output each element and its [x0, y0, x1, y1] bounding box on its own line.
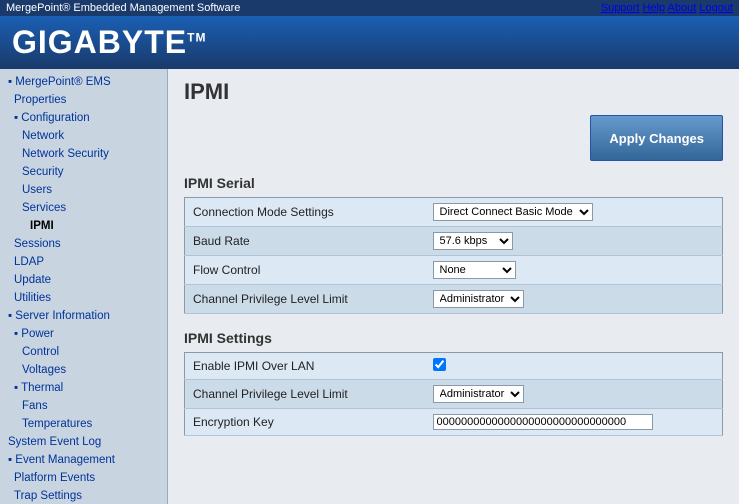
serial-field-control-3[interactable]: AdministratorOperatorUser: [425, 285, 723, 314]
ipmi-field-label-1: Channel Privilege Level Limit: [185, 380, 425, 409]
sidebar-item-fans[interactable]: Fans: [0, 397, 167, 415]
sidebar-item-thermal[interactable]: ▪ Thermal: [0, 379, 167, 397]
ipmi-settings-table: Enable IPMI Over LANChannel Privilege Le…: [184, 352, 723, 436]
sidebar-item-utilities[interactable]: Utilities: [0, 289, 167, 307]
ipmi-text-2[interactable]: [433, 414, 653, 430]
sidebar-item-trap-settings[interactable]: Trap Settings: [0, 487, 167, 504]
logout-link[interactable]: Logout: [699, 2, 733, 14]
top-links: Support Help About Logout: [601, 2, 733, 14]
serial-field-control-2[interactable]: NoneRTS/CTSXON/XOFF: [425, 256, 723, 285]
sidebar-item-platform-events[interactable]: Platform Events: [0, 469, 167, 487]
sidebar-item-server-information[interactable]: ▪ Server Information: [0, 307, 167, 325]
serial-select-1[interactable]: 9.6 kbps19.2 kbps38.4 kbps57.6 kbps115.2…: [433, 232, 513, 250]
sidebar-item-mergepoint-ems[interactable]: ▪ MergePoint® EMS: [0, 73, 167, 91]
serial-field-label-3: Channel Privilege Level Limit: [185, 285, 425, 314]
sidebar-item-power[interactable]: ▪ Power: [0, 325, 167, 343]
sidebar-item-properties[interactable]: Properties: [0, 91, 167, 109]
sidebar-item-ldap[interactable]: LDAP: [0, 253, 167, 271]
ipmi-field-label-0: Enable IPMI Over LAN: [185, 353, 425, 380]
sidebar: ▪ MergePoint® EMSProperties▪ Configurati…: [0, 69, 168, 504]
serial-field-label-1: Baud Rate: [185, 227, 425, 256]
ipmi-select-1[interactable]: AdministratorOperatorUser: [433, 385, 524, 403]
help-link[interactable]: Help: [642, 2, 665, 14]
ipmi-field-label-2: Encryption Key: [185, 409, 425, 436]
ipmi-checkbox-0[interactable]: [433, 358, 446, 371]
sidebar-item-network-security[interactable]: Network Security: [0, 145, 167, 163]
app-title: MergePoint® Embedded Management Software: [6, 2, 240, 14]
settings-section-title: IPMI Settings: [184, 330, 723, 346]
sidebar-item-services[interactable]: Services: [0, 199, 167, 217]
serial-select-2[interactable]: NoneRTS/CTSXON/XOFF: [433, 261, 516, 279]
page-title: IPMI: [184, 79, 723, 105]
serial-field-label-0: Connection Mode Settings: [185, 198, 425, 227]
sidebar-item-voltages[interactable]: Voltages: [0, 361, 167, 379]
serial-field-control-0[interactable]: Direct Connect Basic ModeModem ModeTermi…: [425, 198, 723, 227]
sidebar-item-system-event-log[interactable]: System Event Log: [0, 433, 167, 451]
serial-settings-table: Connection Mode Settings Direct Connect B…: [184, 197, 723, 314]
sidebar-item-update[interactable]: Update: [0, 271, 167, 289]
sidebar-item-network[interactable]: Network: [0, 127, 167, 145]
sidebar-item-temperatures[interactable]: Temperatures: [0, 415, 167, 433]
sidebar-item-control[interactable]: Control: [0, 343, 167, 361]
serial-select-3[interactable]: AdministratorOperatorUser: [433, 290, 524, 308]
sidebar-item-security[interactable]: Security: [0, 163, 167, 181]
logo-bar: GIGABYTETM: [0, 16, 739, 69]
sidebar-item-event-management[interactable]: ▪ Event Management: [0, 451, 167, 469]
sidebar-item-ipmi[interactable]: IPMI: [0, 217, 167, 235]
about-link[interactable]: About: [668, 2, 697, 14]
sidebar-item-users[interactable]: Users: [0, 181, 167, 199]
content-area: IPMI Apply Changes IPMI Serial Connectio…: [168, 69, 739, 504]
support-link[interactable]: Support: [601, 2, 640, 14]
sidebar-item-sessions[interactable]: Sessions: [0, 235, 167, 253]
apply-changes-button[interactable]: Apply Changes: [590, 115, 723, 161]
sidebar-item-configuration[interactable]: ▪ Configuration: [0, 109, 167, 127]
ipmi-field-control-0[interactable]: [425, 353, 723, 380]
serial-field-label-2: Flow Control: [185, 256, 425, 285]
serial-select-0[interactable]: Direct Connect Basic ModeModem ModeTermi…: [433, 203, 593, 221]
serial-field-control-1[interactable]: 9.6 kbps19.2 kbps38.4 kbps57.6 kbps115.2…: [425, 227, 723, 256]
ipmi-field-control-2[interactable]: [425, 409, 723, 436]
ipmi-serial-section: IPMI Serial Connection Mode Settings Dire…: [184, 175, 723, 314]
ipmi-field-control-1[interactable]: AdministratorOperatorUser: [425, 380, 723, 409]
ipmi-settings-section: IPMI Settings Enable IPMI Over LANChanne…: [184, 330, 723, 436]
top-bar: MergePoint® Embedded Management Software…: [0, 0, 739, 16]
logo: GIGABYTETM: [12, 24, 206, 61]
serial-section-title: IPMI Serial: [184, 175, 723, 191]
